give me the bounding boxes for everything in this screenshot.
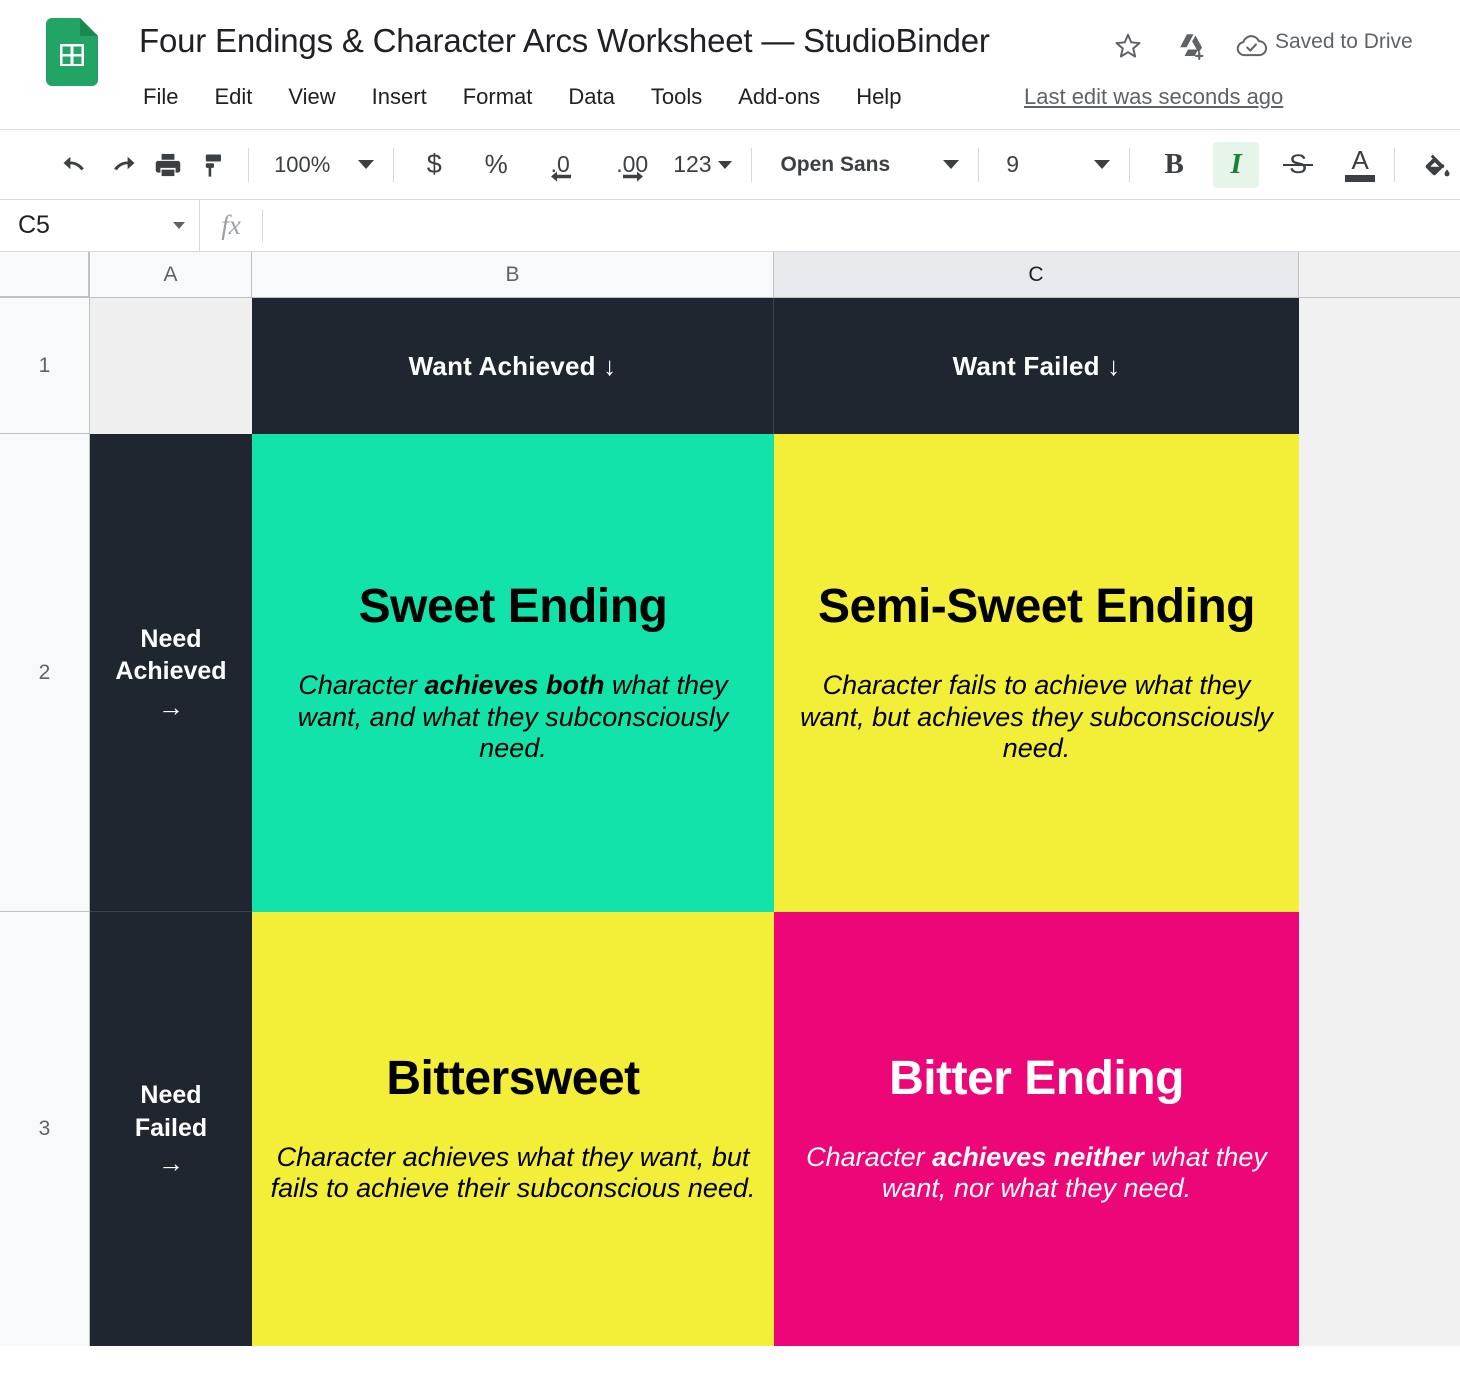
column-header-filler <box>1299 252 1460 298</box>
document-title[interactable]: Four Endings & Character Arcs Worksheet … <box>139 22 990 60</box>
chevron-down-icon <box>1094 160 1111 169</box>
name-box[interactable]: C5 <box>0 200 200 251</box>
text-color-glyph: A <box>1351 145 1369 175</box>
italic-glyph: I <box>1230 148 1242 180</box>
cell-b3[interactable]: Bittersweet Character achieves what they… <box>252 912 774 1346</box>
bold-glyph: B <box>1164 148 1184 180</box>
text-color-swatch <box>1345 175 1376 182</box>
cell-c2-title: Semi-Sweet Ending <box>818 580 1255 634</box>
undo-button[interactable] <box>53 142 99 188</box>
cell-a3-line1: Need <box>140 1081 202 1109</box>
title-action-icons <box>1108 26 1272 66</box>
font-family-select[interactable]: Open Sans <box>772 143 967 187</box>
menu-item-format[interactable]: Format <box>445 80 551 114</box>
row-header-1[interactable]: 1 <box>0 298 90 434</box>
move-to-drive-icon[interactable] <box>1170 26 1210 66</box>
chevron-down-icon <box>717 160 732 169</box>
menu-bar: File Edit View Insert Format Data Tools … <box>139 80 919 114</box>
column-header-b[interactable]: B <box>252 252 774 298</box>
row-header-3[interactable]: 3 <box>0 912 90 1346</box>
cell-b3-description: Character achieves what they want, but f… <box>266 1142 760 1205</box>
last-edit-link[interactable]: Last edit was seconds ago <box>1024 84 1283 110</box>
font-size-value: 9 <box>1006 151 1020 177</box>
toolbar: 100% $ % .0 .00 123 Open Sans 9 B I S A <box>0 130 1460 200</box>
select-all-corner[interactable] <box>0 252 90 298</box>
saved-status-label: Saved to Drive <box>1275 30 1413 53</box>
row-header-2[interactable]: 2 <box>0 434 90 912</box>
cell-b1[interactable]: Want Achieved ↓ <box>252 298 774 434</box>
text-color-button[interactable]: A <box>1337 142 1383 188</box>
menu-item-view[interactable]: View <box>270 80 353 114</box>
more-formats-select[interactable]: 123 <box>665 143 739 187</box>
cell-b2[interactable]: Sweet Ending Character achieves both wha… <box>252 434 774 912</box>
menu-item-data[interactable]: Data <box>550 80 632 114</box>
paint-format-icon[interactable] <box>191 142 237 188</box>
currency-format-button[interactable]: $ <box>411 142 457 188</box>
column-header-a[interactable]: A <box>90 252 252 298</box>
percent-format-button[interactable]: % <box>473 142 519 188</box>
right-arrow-icon: → <box>158 691 184 722</box>
cell-b1-text: Want Achieved ↓ <box>408 350 617 381</box>
name-box-value: C5 <box>18 211 50 239</box>
chevron-down-icon[interactable] <box>173 222 185 229</box>
column-header-c[interactable]: C <box>774 252 1299 298</box>
fx-icon: fx <box>221 210 241 240</box>
cell-b2-description: Character achieves both what they want, … <box>266 670 760 765</box>
menu-item-file[interactable]: File <box>139 80 196 114</box>
cell-a2[interactable]: Need Achieved → <box>90 434 252 912</box>
cell-a3-line2: Failed <box>134 1113 208 1142</box>
percent-glyph: % <box>484 149 508 179</box>
cell-c2[interactable]: Semi-Sweet Ending Character fails to ach… <box>774 434 1299 912</box>
cloud-check-icon[interactable] <box>1232 26 1272 66</box>
fill-color-icon[interactable] <box>1414 142 1460 188</box>
cell-c1[interactable]: Want Failed ↓ <box>774 298 1299 434</box>
cell-c1-text: Want Failed ↓ <box>952 350 1121 381</box>
cell-a2-line2: Achieved <box>115 657 227 685</box>
cell-a3[interactable]: Need Failed → <box>90 912 252 1346</box>
zoom-value: 100% <box>274 151 331 177</box>
bold-button[interactable]: B <box>1151 142 1197 188</box>
currency-glyph: $ <box>426 149 442 179</box>
cell-a1-content <box>90 298 252 434</box>
b3-desc-pre: Character achieves what they want, but f… <box>270 1141 756 1204</box>
b2-desc-bold: achieves both <box>424 670 605 701</box>
strikethrough-button[interactable]: S <box>1275 142 1321 188</box>
formula-bar: C5 fx <box>0 200 1460 252</box>
menu-item-insert[interactable]: Insert <box>354 80 445 114</box>
cell-b3-title: Bittersweet <box>386 1052 640 1106</box>
cell-c3-title: Bitter Ending <box>889 1052 1184 1106</box>
menu-item-edit[interactable]: Edit <box>196 80 270 114</box>
right-arrow-icon: → <box>158 1148 184 1178</box>
star-outline-icon[interactable] <box>1108 26 1148 66</box>
redo-button[interactable] <box>99 142 145 188</box>
font-family-value: Open Sans <box>780 152 891 176</box>
spreadsheet-grid: A B C 1 2 3 Want Achieved ↓ Want Failed … <box>0 252 1460 1346</box>
menu-item-tools[interactable]: Tools <box>633 80 720 114</box>
menu-item-help[interactable]: Help <box>838 80 919 114</box>
zoom-select[interactable]: 100% <box>266 143 382 187</box>
c3-desc-bold: achieves neither <box>932 1141 1144 1172</box>
cell-a2-line1: Need <box>140 624 202 653</box>
b2-desc-pre: Character <box>298 670 425 701</box>
c2-desc-pre: Character fails to achieve what they wan… <box>800 670 1273 764</box>
google-sheets-icon <box>46 18 98 86</box>
title-bar: Four Endings & Character Arcs Worksheet … <box>0 0 1460 130</box>
cell-c3-description: Character achieves neither what they wan… <box>788 1142 1285 1205</box>
strikethrough-line <box>1283 163 1314 166</box>
chevron-down-icon <box>358 160 375 169</box>
cell-b2-title: Sweet Ending <box>358 580 668 634</box>
cell-a1[interactable] <box>90 298 252 434</box>
formula-input[interactable] <box>263 200 1460 251</box>
chevron-down-icon <box>943 160 960 169</box>
c3-desc-pre: Character <box>806 1141 933 1172</box>
cell-c3[interactable]: Bitter Ending Character achieves neither… <box>774 912 1299 1346</box>
decrease-decimal-button[interactable]: .0 <box>537 142 583 188</box>
increase-decimal-button[interactable]: .00 <box>609 142 655 188</box>
print-icon[interactable] <box>145 142 191 188</box>
cell-c2-description: Character fails to achieve what they wan… <box>788 670 1285 765</box>
italic-button[interactable]: I <box>1213 141 1260 188</box>
menu-item-addons[interactable]: Add-ons <box>720 80 838 114</box>
more-formats-label: 123 <box>673 151 712 177</box>
font-size-select[interactable]: 9 <box>998 143 1118 187</box>
